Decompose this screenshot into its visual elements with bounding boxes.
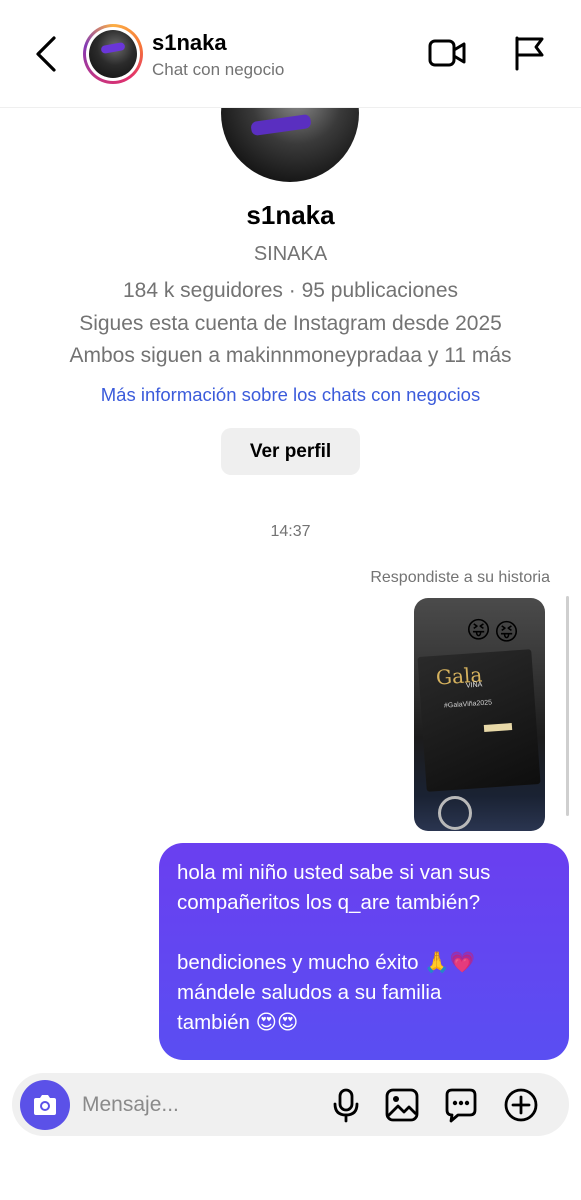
story-reply-note: Respondiste a su historia — [370, 569, 550, 586]
business-chat-info-link[interactable]: Más información sobre los chats con nego… — [0, 384, 581, 406]
header-avatar[interactable] — [83, 24, 143, 84]
message-line: también 😍😍 — [177, 1011, 299, 1034]
belt-buckle-image — [438, 796, 472, 830]
chat-header: s1naka Chat con negocio — [0, 0, 581, 108]
message-input[interactable] — [82, 1086, 302, 1124]
camera-button[interactable] — [20, 1080, 70, 1130]
header-subtitle: Chat con negocio — [152, 60, 285, 79]
message-paragraph: hola mi niño usted sabe si van sus compa… — [177, 861, 491, 914]
profile-full-name: SINAKA — [253, 243, 328, 265]
story-emoji: 😝 — [494, 619, 520, 646]
profile-mutual-followers: Ambos siguen a makinnmoneypradaa y 11 má… — [69, 344, 512, 367]
view-profile-button[interactable]: Ver perfil — [221, 428, 360, 475]
back-chevron-icon[interactable] — [30, 34, 64, 74]
sent-message-bubble[interactable]: hola mi niño usted sabe si van sus compa… — [159, 843, 569, 1060]
profile-following-since: Sigues esta cuenta de Instagram desde 20… — [79, 312, 502, 335]
sticker-chat-icon[interactable] — [443, 1087, 479, 1123]
scrollbar[interactable] — [566, 596, 569, 816]
message-line: bendiciones y mucho éxito 🙏💗 — [177, 951, 476, 974]
profile-stats: 184 k seguidores · 95 publicaciones — [122, 279, 459, 302]
header-username[interactable]: s1naka — [152, 30, 227, 56]
story-emoji: 😝 — [466, 617, 492, 644]
message-line: mándele saludos a su familia — [177, 981, 442, 1004]
story-thumbnail[interactable]: Gala VIÑA #GalaViña2025 😝 😝 — [414, 598, 545, 831]
gallery-icon[interactable] — [384, 1087, 420, 1123]
camera-icon — [34, 1095, 56, 1115]
report-flag-icon[interactable] — [511, 34, 547, 72]
message-composer — [12, 1073, 569, 1136]
add-plus-icon[interactable] — [503, 1087, 539, 1123]
microphone-icon[interactable] — [328, 1087, 364, 1123]
message-timestamp: 14:37 — [270, 523, 311, 540]
story-box-subtitle: VIÑA — [465, 681, 483, 690]
video-call-icon[interactable] — [427, 36, 467, 70]
profile-username: s1naka — [246, 200, 335, 230]
